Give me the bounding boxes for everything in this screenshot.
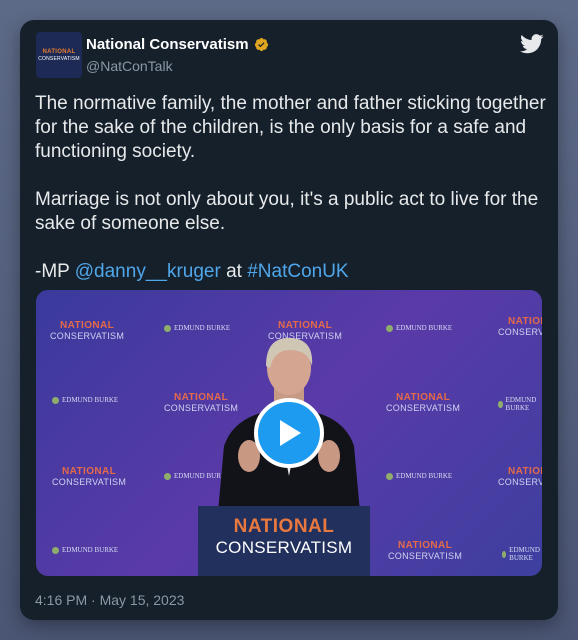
backdrop-logo: NATIONALCONSERVATISM (388, 540, 463, 561)
burke-logo: EDMUND BURKE (498, 396, 542, 412)
burke-logo: EDMUND BURKE (52, 546, 118, 554)
account-handle[interactable]: @NatConTalk (86, 58, 173, 74)
tweet-paragraph-2: Marriage is not only about you, it's a p… (35, 189, 539, 234)
play-button[interactable] (254, 398, 324, 468)
avatar-line2: CONSERVATISM (38, 55, 80, 62)
burke-logo: EDMUND BURKE (502, 546, 542, 562)
avatar[interactable]: NATIONAL CONSERVATISM (36, 32, 82, 78)
avatar-line1: NATIONAL (42, 48, 76, 55)
tweet-card: NATIONAL CONSERVATISM National Conservat… (20, 20, 558, 620)
tweet-paragraph-3: -MP @danny__kruger at #NatConUK (35, 260, 550, 284)
backdrop-logo: NATIONALCONSERVATISM (386, 392, 461, 413)
podium-line1: NATIONAL (233, 516, 335, 537)
tweet-middle: at (220, 261, 248, 282)
backdrop-logo: NATIONALCONSERVATISM (52, 466, 127, 487)
tweet-paragraph-1: The normative family, the mother and fat… (35, 93, 546, 162)
account-name-row: National Conservatism (86, 36, 269, 53)
podium-line2: CONSERVATISM (215, 538, 353, 557)
verified-badge-icon (254, 37, 268, 52)
play-icon (280, 420, 301, 446)
mention-link[interactable]: @danny__kruger (75, 261, 221, 282)
tweet-text: The normative family, the mother and fat… (35, 92, 550, 284)
twitter-bird-icon[interactable] (520, 34, 544, 54)
burke-logo: EDMUND BURKE (52, 396, 118, 404)
backdrop-logo: NATIONALCONSERVATISM (498, 316, 542, 337)
podium: NATIONAL CONSERVATISM (198, 506, 370, 576)
tweet-timestamp[interactable]: 4:16 PM · May 15, 2023 (35, 592, 184, 608)
burke-logo: EDMUND BURKE (386, 472, 452, 480)
tweet-prefix: -MP (35, 261, 75, 282)
video-media[interactable]: NATIONAL CONSERVATISM EDMUND BURKE NATION… (36, 290, 542, 576)
account-name[interactable]: National Conservatism (86, 36, 249, 53)
burke-logo: EDMUND BURKE (386, 324, 452, 332)
backdrop-logo: NATIONALCONSERVATISM (498, 466, 542, 487)
backdrop-logo: NATIONALCONSERVATISM (50, 320, 125, 341)
hashtag-link[interactable]: #NatConUK (247, 261, 348, 282)
